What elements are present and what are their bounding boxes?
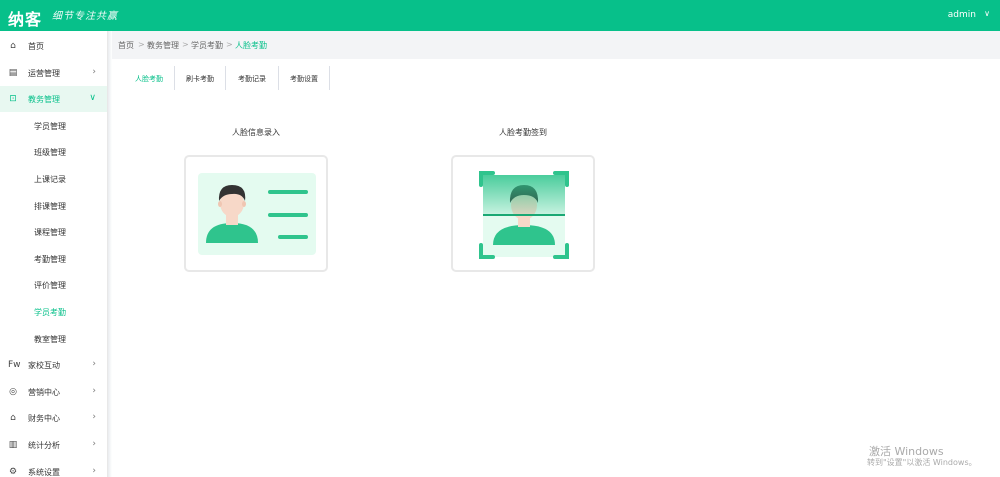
sidebar-item-label: 营销中心: [28, 387, 60, 397]
sidebar-subitem-label: 考勤管理: [34, 254, 66, 264]
logo: 纳客: [8, 10, 43, 29]
face-scan-illustration: [479, 171, 569, 259]
scan-overlay: [483, 175, 565, 215]
sidebar-item-2[interactable]: ⊡ 教务管理 ∨: [0, 86, 107, 113]
info-line: [268, 213, 308, 217]
breadcrumb-home[interactable]: 首页: [118, 40, 134, 51]
face-signin-card[interactable]: [451, 155, 595, 272]
sidebar-subitem-label: 课程管理: [34, 228, 66, 238]
chevron-down-icon[interactable]: ∨: [984, 9, 990, 18]
sidebar-item-label: 首页: [28, 42, 44, 51]
chevron-right-icon: ›: [92, 359, 96, 370]
sidebar-item-label: 家校互动: [28, 361, 60, 371]
sidebar-item-label: 教务管理: [28, 95, 60, 105]
tab-attendance-records[interactable]: 考勤记录: [226, 66, 279, 90]
breadcrumb-current: 人脸考勤: [235, 41, 267, 50]
globe-icon: ◎: [9, 386, 17, 397]
document-icon: ▤: [8, 67, 18, 78]
card-title-face-signin: 人脸考勤签到: [499, 128, 547, 137]
breadcrumb-separator: >: [138, 40, 145, 49]
breadcrumb-teaching[interactable]: 教务管理: [147, 40, 179, 51]
chat-icon: Fw: [8, 360, 21, 371]
sidebar-item-7[interactable]: ⚙ 系统设置 ›: [0, 459, 107, 477]
user-menu[interactable]: admin: [948, 10, 976, 20]
sidebar: ⌂ 首页 ▤ 运营管理 › ⊡ 教务管理 ∨ 学员管理班级管理上课记录排课管理课程管理考勤管理评…: [0, 31, 108, 477]
sidebar-item-label: 运营管理: [28, 68, 60, 78]
sidebar-subitem-8[interactable]: 教室管理: [0, 326, 107, 352]
sidebar-subitem-7[interactable]: 学员考勤: [0, 299, 107, 325]
tab-face-attendance[interactable]: 人脸考勤: [124, 66, 175, 90]
face-entry-card[interactable]: [184, 155, 328, 272]
breadcrumb-attendance[interactable]: 学员考勤: [191, 40, 223, 51]
sidebar-subitem-5[interactable]: 考勤管理: [0, 246, 107, 272]
info-line: [268, 190, 308, 194]
sidebar-item-label: 财务中心: [28, 414, 60, 424]
sidebar-subitem-0[interactable]: 学员管理: [0, 113, 107, 139]
sidebar-subitem-1[interactable]: 班级管理: [0, 139, 107, 165]
sidebar-item-1[interactable]: ▤ 运营管理 ›: [0, 60, 107, 86]
sidebar-subitem-label: 上课记录: [34, 175, 66, 184]
chevron-down-icon: ∨: [89, 93, 96, 104]
breadcrumb-separator: >: [226, 40, 233, 49]
chevron-right-icon: ›: [92, 385, 96, 396]
bank-icon: ⌂: [10, 413, 16, 424]
sidebar-item-5[interactable]: ⌂ 财务中心 ›: [0, 405, 107, 431]
sidebar-subitem-label: 排课管理: [34, 201, 66, 211]
tab-card-attendance[interactable]: 刷卡考勤: [175, 66, 226, 90]
top-bar: 纳客 细节专注共赢 admin ∨: [0, 0, 1000, 31]
tab-attendance-settings[interactable]: 考勤设置: [279, 66, 330, 90]
scan-line: [483, 214, 565, 216]
sidebar-item-0[interactable]: ⌂ 首页: [0, 33, 107, 59]
sidebar-subitem-3[interactable]: 排课管理: [0, 193, 107, 219]
book-icon: ⊡: [9, 94, 17, 105]
sidebar-item-6[interactable]: ▥ 统计分析 ›: [0, 432, 107, 458]
card-title-face-entry: 人脸信息录入: [232, 128, 280, 137]
slogan: 细节专注共赢: [52, 11, 118, 22]
sidebar-item-label: 系统设置: [28, 467, 60, 477]
sidebar-subitem-4[interactable]: 课程管理: [0, 219, 107, 245]
sidebar-item-label: 统计分析: [28, 441, 60, 450]
sidebar-subitem-label: 班级管理: [34, 148, 66, 158]
windows-watermark-subtitle: 转到"设置"以激活 Windows。: [867, 458, 977, 467]
info-line: [278, 235, 308, 239]
sidebar-divider: [108, 31, 112, 477]
breadcrumb: 首页 > 教务管理 > 学员考勤 > 人脸考勤: [112, 31, 1000, 59]
sidebar-item-4[interactable]: ◎ 营销中心 ›: [0, 379, 107, 405]
home-icon: ⌂: [10, 41, 16, 51]
sidebar-subitem-label: 学员考勤: [34, 308, 66, 317]
chevron-right-icon: ›: [92, 412, 96, 423]
chevron-right-icon: ›: [92, 465, 96, 476]
sidebar-subitem-label: 学员管理: [34, 121, 66, 131]
sidebar-subitem-label: 教室管理: [34, 334, 66, 344]
breadcrumb-separator: >: [182, 40, 189, 49]
sidebar-item-3[interactable]: Fw 家校互动 ›: [0, 352, 107, 378]
id-card-illustration: [198, 173, 316, 255]
chart-icon: ▥: [8, 440, 18, 450]
sidebar-subitem-label: 评价管理: [34, 281, 66, 291]
sidebar-subitem-2[interactable]: 上课记录: [0, 166, 107, 192]
chevron-right-icon: ›: [92, 66, 96, 77]
sidebar-subitem-6[interactable]: 评价管理: [0, 272, 107, 298]
gear-icon: ⚙: [8, 466, 18, 477]
chevron-right-icon: ›: [92, 439, 96, 449]
